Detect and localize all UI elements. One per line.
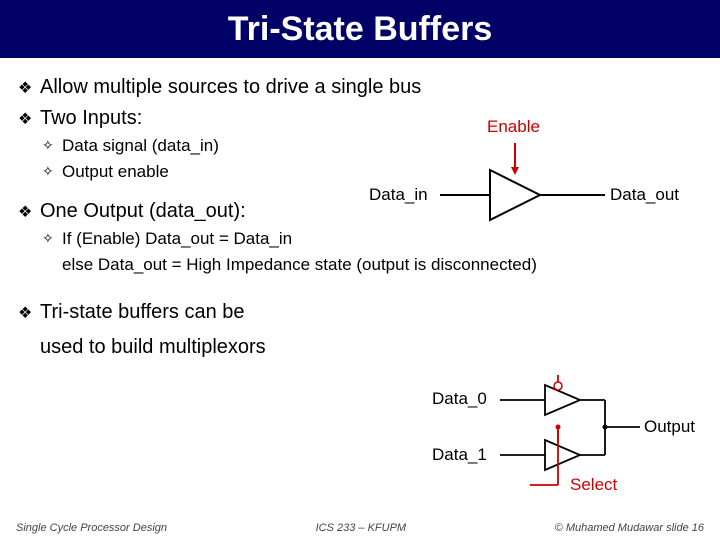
label-data-out: Data_out — [610, 185, 679, 205]
label-data0: Data_0 — [432, 389, 487, 409]
footer-center: ICS 233 – KFUPM — [316, 522, 406, 534]
bullet-allow: Allow multiple sources to drive a single… — [18, 76, 702, 99]
label-enable: Enable — [487, 117, 540, 137]
bullet-else: else Data_out = High Impedance state (ou… — [62, 255, 702, 275]
diagram-mux: Data_0 Data_1 Output Select — [430, 375, 710, 505]
label-data1: Data_1 — [432, 445, 487, 465]
label-select: Select — [570, 475, 617, 495]
diagram-tristate-buffer: Enable Data_in Data_out — [365, 115, 695, 235]
bullet-tristate-mux2: ❖ used to build multiplexors — [18, 336, 702, 359]
bullet-tristate-mux1: Tri-state buffers can be — [18, 301, 702, 324]
bullet-tristate-mux2-text: used to build multiplexors — [40, 336, 266, 358]
footer: Single Cycle Processor Design ICS 233 – … — [0, 522, 720, 534]
footer-left: Single Cycle Processor Design — [16, 522, 167, 534]
slide-title: Tri-State Buffers — [228, 10, 493, 49]
label-output: Output — [644, 417, 695, 437]
label-data-in: Data_in — [369, 185, 428, 205]
footer-right: © Muhamed Mudawar slide 16 — [555, 522, 704, 534]
title-bar: Tri-State Buffers — [0, 0, 720, 58]
